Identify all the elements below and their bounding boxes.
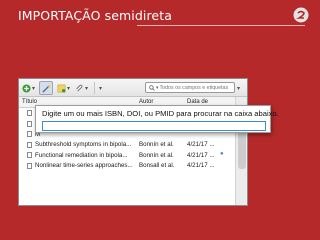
list-item[interactable]: Subthreshold symptoms in bipola... Bonní… xyxy=(19,140,235,151)
zotero-window: ▾ ▾ ▾ ▾ ▾ Todos os campos e etiquetas ▾ … xyxy=(18,78,248,206)
search-box[interactable]: ▾ xyxy=(145,82,235,93)
item-title: Functional remediation in bipola... xyxy=(35,151,128,159)
chevron-down-icon: ▾ xyxy=(67,85,71,92)
chevron-down-icon: ▾ xyxy=(32,85,36,92)
add-item-icon xyxy=(22,83,31,93)
item-title: Nonlinear time-series approaches... xyxy=(35,162,133,169)
toolbar-separator xyxy=(94,82,95,94)
search-input[interactable] xyxy=(159,83,230,92)
item-title: Subthreshold symptoms in bipola... xyxy=(35,141,132,148)
chevron-down-icon: ▾ xyxy=(99,85,103,92)
popup-prompt: Digite um ou mais ISBN, DOI, ou PMID par… xyxy=(42,109,279,118)
item-date: 4/21/17 ... xyxy=(187,162,215,169)
title-underline xyxy=(137,25,305,26)
document-icon xyxy=(27,120,32,127)
document-icon xyxy=(27,141,32,148)
search-icon xyxy=(149,84,155,91)
list-item[interactable]: Functional remediation in bipola... Bonn… xyxy=(19,150,235,161)
add-by-identifier-button[interactable] xyxy=(39,81,53,95)
more-actions-button[interactable]: ▾ xyxy=(99,81,102,95)
add-by-identifier-popup: Digite um ou mais ISBN, DOI, ou PMID par… xyxy=(35,105,279,133)
item-author: Bonsall et al. xyxy=(139,162,175,169)
add-item-button[interactable]: ▾ xyxy=(22,81,35,95)
logo-icon xyxy=(293,7,309,23)
new-note-button[interactable]: ▾ xyxy=(57,81,70,95)
item-author: Bonnín et al. xyxy=(139,141,174,148)
slide-title: IMPORTAÇÃO semidireta xyxy=(18,8,172,23)
attachment-icon xyxy=(76,84,83,91)
document-icon xyxy=(27,110,32,116)
item-author: Bonnín et al. xyxy=(139,151,174,159)
item-date: 4/21/17 ... xyxy=(187,141,215,148)
document-icon xyxy=(27,152,32,158)
document-icon xyxy=(27,131,32,137)
chevron-down-icon: ▾ xyxy=(237,85,241,92)
list-item[interactable]: Nonlinear time-series approaches... Bons… xyxy=(19,161,235,172)
item-date: 4/21/17 ... xyxy=(187,151,215,159)
document-icon xyxy=(27,162,32,169)
chevron-down-icon: ▾ xyxy=(156,84,159,91)
chevron-down-icon: ▾ xyxy=(85,85,89,92)
identifier-input[interactable] xyxy=(42,121,266,131)
attachment-dot-icon: ● xyxy=(220,151,224,157)
add-attachment-button[interactable]: ▾ xyxy=(75,81,88,95)
new-note-icon xyxy=(57,84,66,93)
toolbar: ▾ ▾ ▾ ▾ ▾ Todos os campos e etiquetas ▾ xyxy=(19,79,247,97)
sync-menu-button[interactable]: ▾ xyxy=(237,81,240,95)
magic-wand-icon xyxy=(41,83,51,93)
